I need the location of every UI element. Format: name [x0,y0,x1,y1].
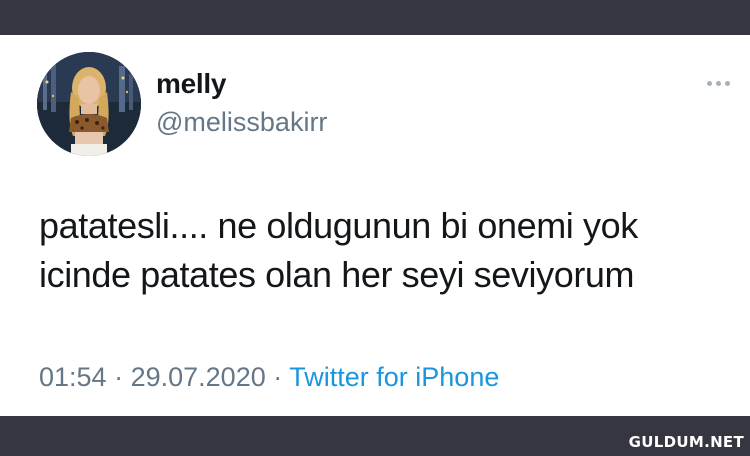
tweet-source-link[interactable]: Twitter for iPhone [289,362,499,392]
top-frame-bar [0,0,750,35]
tweet-text: patatesli.... ne oldugunun bi onemi yok … [39,201,739,299]
tweet-date[interactable]: 29.07.2020 [131,362,266,392]
tweet-card: melly @melissbakirr patatesli.... ne old… [0,35,750,416]
watermark: GULDUM.NET [628,433,744,451]
avatar[interactable] [37,52,141,156]
display-name[interactable]: melly [156,68,226,100]
meta-separator: · [114,362,131,392]
bottom-frame-bar: GULDUM.NET [0,416,750,456]
more-dot [706,80,712,86]
more-dot [724,80,730,86]
tweet-time[interactable]: 01:54 [39,362,107,392]
more-dot [715,80,721,86]
user-handle[interactable]: @melissbakirr [156,107,327,138]
more-horizontal-icon[interactable] [700,75,736,91]
avatar-photo [37,52,141,156]
tweet-text-line: icinde patates olan her seyi seviyorum [39,254,635,295]
tweet-metadata: 01:54 · 29.07.2020 · Twitter for iPhone [39,362,499,393]
tweet-text-line: patatesli.... ne oldugunun bi onemi yok [39,205,638,246]
meta-separator: · [273,362,290,392]
